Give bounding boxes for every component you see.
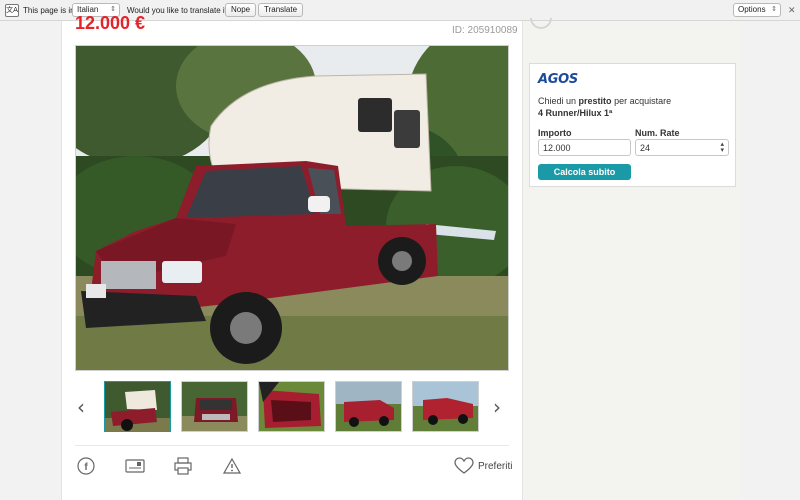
chevron-right-icon[interactable]: › [493, 395, 501, 419]
agos-logo: AGOS [538, 72, 578, 87]
divider [75, 445, 509, 446]
loan-model: 4 Runner/Hilux 1ª [538, 108, 613, 118]
thumbnail-strip: ‹ › [75, 381, 509, 433]
amount-input[interactable]: 12.000 [538, 139, 631, 156]
contact-card-icon[interactable] [125, 457, 145, 480]
thumbnail-1[interactable] [104, 381, 171, 432]
chevron-left-icon[interactable]: ‹ [77, 395, 85, 419]
listing-price: 12.000 € [75, 13, 146, 33]
listing-page: 12.000 € ID: 205910089 ‹ › f Preferiti A… [61, 2, 741, 500]
report-warning-icon[interactable] [222, 457, 242, 480]
loan-line1: Chiedi un prestito per acquistare [538, 96, 672, 106]
sidebar: AGOS Chiedi un prestito per acquistare 4… [522, 21, 741, 500]
main-photo[interactable] [75, 45, 509, 371]
close-icon[interactable]: ✕ [788, 5, 796, 16]
heart-icon [454, 457, 474, 474]
svg-text:f: f [84, 462, 88, 473]
translate-button[interactable]: Translate [258, 3, 304, 17]
select-arrows-icon: ⇕ [771, 6, 777, 13]
options-value: Options [738, 5, 766, 14]
amount-label: Importo [538, 128, 572, 138]
installments-label: Num. Rate [635, 128, 680, 138]
print-icon[interactable] [174, 457, 192, 480]
installments-select[interactable]: 24 ▴ ▾ [635, 139, 729, 156]
thumbnail-3[interactable] [258, 381, 325, 432]
action-bar: f Preferiti [75, 453, 515, 483]
facebook-icon[interactable]: f [77, 457, 95, 480]
thumbnail-5[interactable] [412, 381, 479, 432]
select-arrows-icon: ▴ ▾ [720, 141, 724, 154]
select-arrows-icon: ⇕ [110, 6, 116, 13]
favorites-button[interactable]: Preferiti [454, 457, 512, 475]
nope-button[interactable]: Nope [225, 3, 257, 17]
thumbnail-4[interactable] [335, 381, 402, 432]
options-select[interactable]: Options ⇕ [733, 3, 781, 17]
favorites-label: Preferiti [478, 461, 513, 472]
calculate-button[interactable]: Calcola subito [538, 164, 631, 180]
translate-prefix: This page is in [23, 6, 75, 15]
translate-icon: 文A [5, 4, 19, 17]
installments-value: 24 [640, 143, 651, 153]
thumbnail-2[interactable] [181, 381, 248, 432]
loan-box: AGOS Chiedi un prestito per acquistare 4… [529, 63, 736, 187]
ad-id: ID: 205910089 [452, 25, 518, 36]
